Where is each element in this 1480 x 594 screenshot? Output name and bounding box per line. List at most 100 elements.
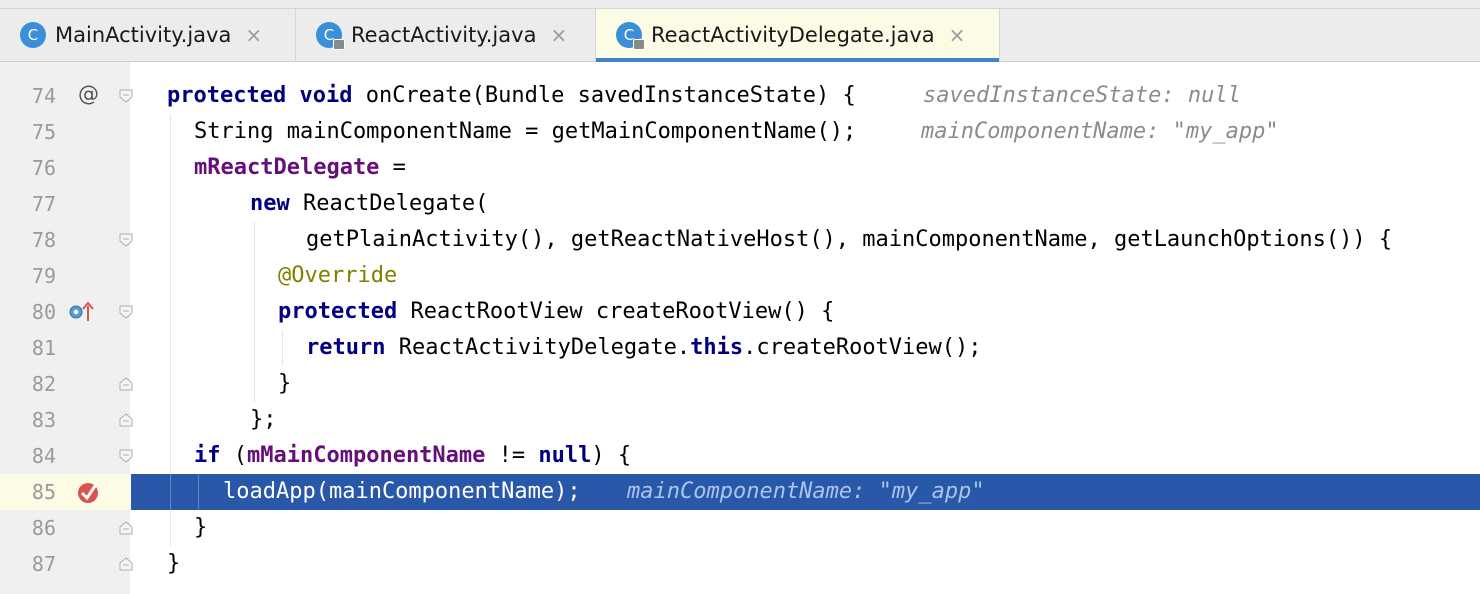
line-number: 83 (31, 408, 56, 432)
inline-debug-hint: mainComponentName: "my_app" (921, 119, 1279, 144)
indent-guide (170, 366, 171, 402)
code-text: if (mMainComponentName != null) { (194, 443, 631, 468)
indent-guide (170, 186, 171, 222)
code-text: } (278, 371, 292, 396)
inline-debug-hint: mainComponentName: "my_app" (627, 479, 985, 504)
indent-guide (254, 294, 255, 330)
code-line-83[interactable]: 83 }; (0, 402, 1480, 438)
editor-tab-bar: C MainActivity.java × C ReactActivity.ja… (0, 9, 1480, 62)
field-name: mMainComponentName (247, 443, 486, 468)
java-class-locked-icon: C (316, 22, 345, 50)
code-line-86[interactable]: 86 } (0, 510, 1480, 546)
overrides-method-icon[interactable] (68, 301, 96, 323)
close-icon[interactable]: × (949, 23, 966, 47)
keyword: return (306, 335, 386, 360)
line-number: 78 (31, 228, 56, 252)
indent-guide (254, 258, 255, 294)
line-number: 81 (31, 336, 56, 360)
indent-guide (170, 258, 171, 294)
line-background (131, 510, 1480, 546)
gutter-cell: 87 (0, 546, 133, 582)
line-number: 75 (31, 120, 56, 144)
code-fragment: ReactActivityDelegate. (385, 335, 691, 360)
close-icon[interactable]: × (245, 23, 262, 47)
line-number: 84 (31, 444, 56, 468)
indent-guide (170, 474, 171, 510)
code-line-78[interactable]: 78 getPlainActivity(), getReactNativeHos… (0, 222, 1480, 258)
gutter-cell: 75 (0, 114, 130, 150)
code-line-76[interactable]: 76 mReactDelegate = (0, 150, 1480, 186)
keyword: if (194, 443, 221, 468)
line-number: 82 (31, 372, 56, 396)
code-text: return ReactActivityDelegate.this.create… (306, 335, 982, 360)
code-text: } (167, 551, 181, 576)
code-line-81[interactable]: 81 return ReactActivityDelegate.this.cre… (0, 330, 1480, 366)
indent-guide (254, 330, 255, 366)
code-fragment: != (485, 443, 539, 468)
keyword: void (299, 83, 353, 108)
keyword: this (690, 335, 744, 360)
code-fragment: ReactDelegate( (289, 191, 489, 216)
indent-guide (170, 510, 171, 546)
java-class-icon: C (20, 22, 46, 48)
code-line-74[interactable]: 74 @ protected void onCreate(Bundle save… (0, 78, 1480, 114)
annotation: @Override (278, 263, 398, 288)
gutter-cell: 80 (0, 294, 133, 330)
code-text: protected ReactRootView createRootView()… (278, 299, 834, 324)
breakpoint-hit-icon[interactable] (76, 479, 102, 505)
code-fragment: ) { (591, 443, 632, 468)
line-number: 86 (31, 516, 56, 540)
tab-react-activity[interactable]: C ReactActivity.java × (295, 9, 595, 61)
code-line-75[interactable]: 75 String mainComponentName = getMainCom… (0, 114, 1480, 150)
indent-guide (170, 402, 171, 438)
code-line-80[interactable]: 80 protected ReactRootView createRootVie… (0, 294, 1480, 330)
java-class-locked-icon: C (616, 22, 645, 50)
tab-label: ReactActivity.java (351, 23, 537, 47)
code-text: getPlainActivity(), getReactNativeHost()… (306, 227, 1393, 252)
tab-label: MainActivity.java (55, 23, 232, 47)
indent-guide (170, 438, 171, 474)
gutter-cell: 74 @ (0, 78, 133, 114)
gutter-cell: 79 (0, 258, 130, 294)
line-background (131, 402, 1480, 438)
line-number: 76 (31, 156, 56, 180)
gutter-cell: 77 (0, 186, 130, 222)
gutter-cell: 83 (0, 402, 133, 438)
line-number: 79 (31, 264, 56, 288)
keyword: new (250, 191, 290, 216)
code-text: } (194, 515, 208, 540)
code-fragment: .createRootView(); (743, 335, 982, 360)
keyword: protected (167, 83, 287, 108)
code-fragment: = (379, 155, 406, 180)
code-text: String mainComponentName = getMainCompon… (194, 119, 857, 144)
partial-line-number (0, 54, 56, 64)
code-line-87[interactable]: 87 } (0, 546, 1480, 582)
indent-guide (170, 150, 171, 186)
indent-guide (170, 294, 171, 330)
code-fragment: onCreate(Bundle savedInstanceState) { (352, 83, 856, 108)
code-text: }; (250, 407, 277, 432)
code-line-84[interactable]: 84 if (mMainComponentName != null) { (0, 438, 1480, 474)
line-background (131, 546, 1480, 582)
code-text: mReactDelegate = (194, 155, 406, 180)
line-background (131, 366, 1480, 402)
inline-debug-hint: savedInstanceState: null (923, 83, 1241, 108)
tab-react-activity-delegate[interactable]: C ReactActivityDelegate.java × (595, 9, 1000, 62)
indent-guide (170, 114, 171, 150)
indent-guide (170, 222, 171, 258)
gutter-cell: 85 (0, 474, 130, 510)
close-icon[interactable]: × (550, 23, 567, 47)
indent-guide (254, 222, 255, 258)
code-line-79[interactable]: 79 @Override (0, 258, 1480, 294)
code-line-77[interactable]: 77 new ReactDelegate( (0, 186, 1480, 222)
code-line-85[interactable]: 85 loadApp(mainComponentName); mainCompo… (0, 474, 1480, 510)
indent-guide (170, 330, 171, 366)
line-number: 77 (31, 192, 56, 216)
override-at-icon[interactable]: @ (78, 82, 99, 106)
line-number: 87 (31, 552, 56, 576)
gutter-cell: 82 (0, 366, 133, 402)
code-line-82[interactable]: 82 } (0, 366, 1480, 402)
code-text: loadApp(mainComponentName); (223, 479, 581, 504)
gutter-cell: 76 (0, 150, 130, 186)
